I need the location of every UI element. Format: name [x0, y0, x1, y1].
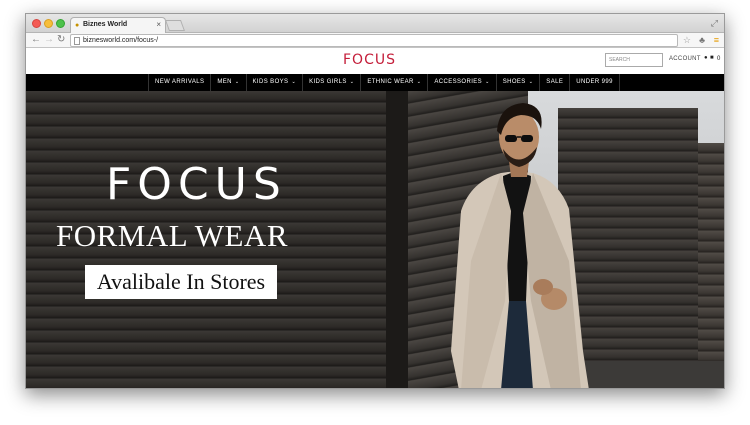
menu-icon[interactable]: ≡: [714, 34, 719, 46]
nav-item-sale[interactable]: SALE: [539, 74, 569, 91]
nav-item-label: ETHNIC WEAR: [367, 79, 414, 85]
nav-list: NEW ARRIVALS MEN ⌄ KIDS BOYS ⌄ KIDS GIRLS ⌄ ETH…: [148, 74, 620, 91]
tab-strip: ● Biznes World × ⤢: [26, 14, 724, 33]
nav-item-men[interactable]: MEN ⌄: [210, 74, 245, 91]
site-logo[interactable]: FOCUS: [343, 52, 396, 68]
nav-item-kids-girls[interactable]: KIDS GIRLS ⌄: [302, 74, 360, 91]
user-icon[interactable]: ●: [704, 55, 708, 61]
wall-post: [386, 91, 408, 388]
browser-window: ● Biznes World × ⤢ ← → ↻ biznesworld.com…: [25, 13, 725, 389]
nav-item-label: ACCESSORIES: [434, 79, 483, 85]
chevron-down-icon: ⌄: [485, 79, 490, 85]
cart-icon[interactable]: ■: [710, 55, 714, 61]
reload-icon[interactable]: ↻: [57, 34, 65, 46]
account-link[interactable]: ACCOUNT: [669, 56, 701, 62]
chevron-down-icon: ⌄: [416, 79, 422, 85]
chevron-down-icon: ⌄: [349, 79, 355, 85]
chevron-down-icon: ⌄: [234, 79, 240, 85]
nav-item-label: NEW ARRIVALS: [155, 79, 205, 85]
nav-item-shoes[interactable]: SHOES ⌄: [495, 74, 540, 91]
nav-item-label: SHOES: [502, 79, 526, 85]
browser-toolbar: ← → ↻ biznesworld.com/focus-/ ☆ ♣ ≡: [26, 33, 724, 48]
nav-item-label: KIDS GIRLS: [309, 79, 347, 85]
cart-count: 0: [717, 56, 721, 62]
main-navigation: NEW ARRIVALS MEN ⌄ KIDS BOYS ⌄ KIDS GIRLS ⌄ ETH…: [26, 74, 724, 91]
nav-item-ethnic-wear[interactable]: ETHNIC WEAR ⌄: [360, 74, 427, 91]
hero-cta-banner[interactable]: Avalibale In Stores: [85, 265, 277, 299]
url-text: biznesworld.com/focus-/: [83, 37, 159, 44]
hero-title: FORMAL WEAR: [56, 218, 288, 253]
window-minimize-button[interactable]: [44, 19, 53, 28]
page-icon: [74, 37, 80, 45]
nav-item-label: MEN: [217, 79, 232, 85]
tab-close-icon[interactable]: ×: [156, 20, 161, 29]
far-wall: [698, 143, 724, 388]
nav-item-accessories[interactable]: ACCESSORIES ⌄: [427, 74, 495, 91]
browser-tab[interactable]: ● Biznes World ×: [70, 17, 166, 33]
hero-banner[interactable]: FOCUS FORMAL WEAR Avalibale In Stores: [26, 91, 724, 388]
chevron-down-icon: ⌄: [291, 79, 297, 85]
extension-icon[interactable]: ♣: [699, 34, 705, 46]
fullscreen-icon[interactable]: ⤢: [711, 18, 718, 29]
nav-item-label: UNDER 999: [576, 79, 613, 85]
nav-item-under-999[interactable]: UNDER 999: [569, 74, 620, 91]
window-maximize-button[interactable]: [56, 19, 65, 28]
back-arrow-icon[interactable]: ←: [31, 34, 41, 46]
nav-item-kids-boys[interactable]: KIDS BOYS ⌄: [245, 74, 303, 91]
window-close-button[interactable]: [32, 19, 41, 28]
tab-title: Biznes World: [83, 21, 128, 28]
model-photo: [451, 103, 589, 388]
nav-item-new-arrivals[interactable]: NEW ARRIVALS: [148, 74, 210, 91]
search-input[interactable]: SEARCH: [605, 53, 663, 67]
bookmark-star-icon[interactable]: ☆: [683, 34, 691, 46]
forward-arrow-icon[interactable]: →: [44, 34, 54, 46]
nav-item-label: KIDS BOYS: [252, 79, 289, 85]
hero-logo: FOCUS: [106, 159, 287, 210]
new-tab-button[interactable]: [164, 20, 186, 31]
site-header: FOCUS SEARCH ACCOUNT ● ■ 0: [26, 48, 724, 74]
favicon-icon: ●: [75, 22, 80, 29]
chevron-down-icon: ⌄: [528, 79, 534, 85]
nav-item-label: SALE: [546, 79, 564, 85]
address-bar[interactable]: biznesworld.com/focus-/: [70, 34, 678, 47]
